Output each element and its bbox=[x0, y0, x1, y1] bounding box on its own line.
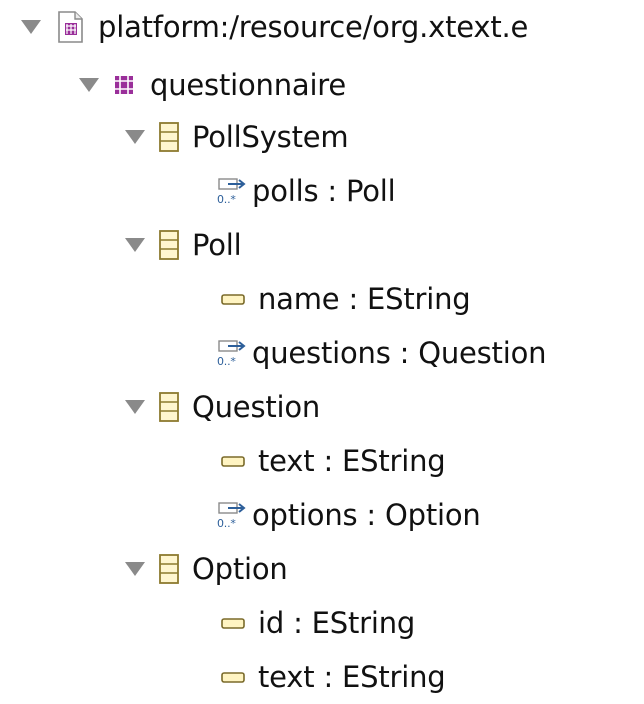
expanded-triangle-icon[interactable] bbox=[122, 232, 148, 258]
tree-node-class-poll[interactable]: Poll bbox=[122, 218, 242, 272]
svg-text:0..*: 0..* bbox=[217, 193, 236, 206]
class-label: PollSystem bbox=[192, 120, 349, 154]
feature-label: id : EString bbox=[258, 606, 416, 640]
ereference-multi-icon: 0..* bbox=[216, 500, 248, 530]
ereference-multi-icon: 0..* bbox=[216, 338, 248, 368]
eattribute-icon bbox=[220, 669, 246, 685]
eattribute-icon bbox=[220, 291, 246, 307]
ecore-model-tree: platform:/resource/org.xtext.e questionn… bbox=[0, 0, 644, 695]
tree-node-class-question[interactable]: Question bbox=[122, 380, 320, 434]
tree-node-attribute[interactable]: id : EString bbox=[220, 596, 415, 650]
eclass-icon bbox=[158, 229, 180, 261]
expanded-triangle-icon[interactable] bbox=[122, 556, 148, 582]
expanded-triangle-icon[interactable] bbox=[122, 124, 148, 150]
eattribute-icon bbox=[220, 453, 246, 469]
svg-text:0..*: 0..* bbox=[217, 517, 236, 530]
expanded-triangle-icon[interactable] bbox=[76, 72, 102, 98]
ecore-resource-file-icon bbox=[54, 10, 86, 44]
tree-node-class-pollsystem[interactable]: PollSystem bbox=[122, 110, 349, 164]
ereference-multi-icon: 0..* bbox=[216, 176, 248, 206]
tree-node-reference[interactable]: 0..* polls : Poll bbox=[216, 164, 396, 218]
tree-node-attribute[interactable]: text : EString bbox=[220, 434, 446, 488]
class-label: Option bbox=[192, 552, 288, 586]
feature-label: polls : Poll bbox=[252, 174, 396, 208]
tree-node-attribute[interactable]: text : EString bbox=[220, 650, 446, 704]
class-label: Question bbox=[192, 390, 321, 424]
feature-label: text : EString bbox=[258, 660, 446, 694]
tree-node-resource[interactable]: platform:/resource/org.xtext.e bbox=[18, 0, 528, 54]
tree-node-reference[interactable]: 0..* options : Option bbox=[216, 488, 481, 542]
feature-label: questions : Question bbox=[252, 336, 547, 370]
eclass-icon bbox=[158, 121, 180, 153]
resource-label: platform:/resource/org.xtext.e bbox=[98, 10, 529, 44]
expanded-triangle-icon[interactable] bbox=[122, 394, 148, 420]
feature-label: text : EString bbox=[258, 444, 446, 478]
svg-text:0..*: 0..* bbox=[217, 355, 236, 368]
package-label: questionnaire bbox=[150, 68, 347, 102]
eclass-icon bbox=[158, 553, 180, 585]
eattribute-icon bbox=[220, 615, 246, 631]
eclass-icon bbox=[158, 391, 180, 423]
feature-label: options : Option bbox=[252, 498, 481, 532]
tree-node-attribute[interactable]: name : EString bbox=[220, 272, 471, 326]
tree-node-class-option[interactable]: Option bbox=[122, 542, 288, 596]
expanded-triangle-icon[interactable] bbox=[18, 14, 44, 40]
tree-node-package[interactable]: questionnaire bbox=[76, 58, 346, 112]
feature-label: name : EString bbox=[258, 282, 471, 316]
class-label: Poll bbox=[192, 228, 242, 262]
epackage-icon bbox=[112, 73, 136, 97]
tree-node-reference[interactable]: 0..* questions : Question bbox=[216, 326, 547, 380]
